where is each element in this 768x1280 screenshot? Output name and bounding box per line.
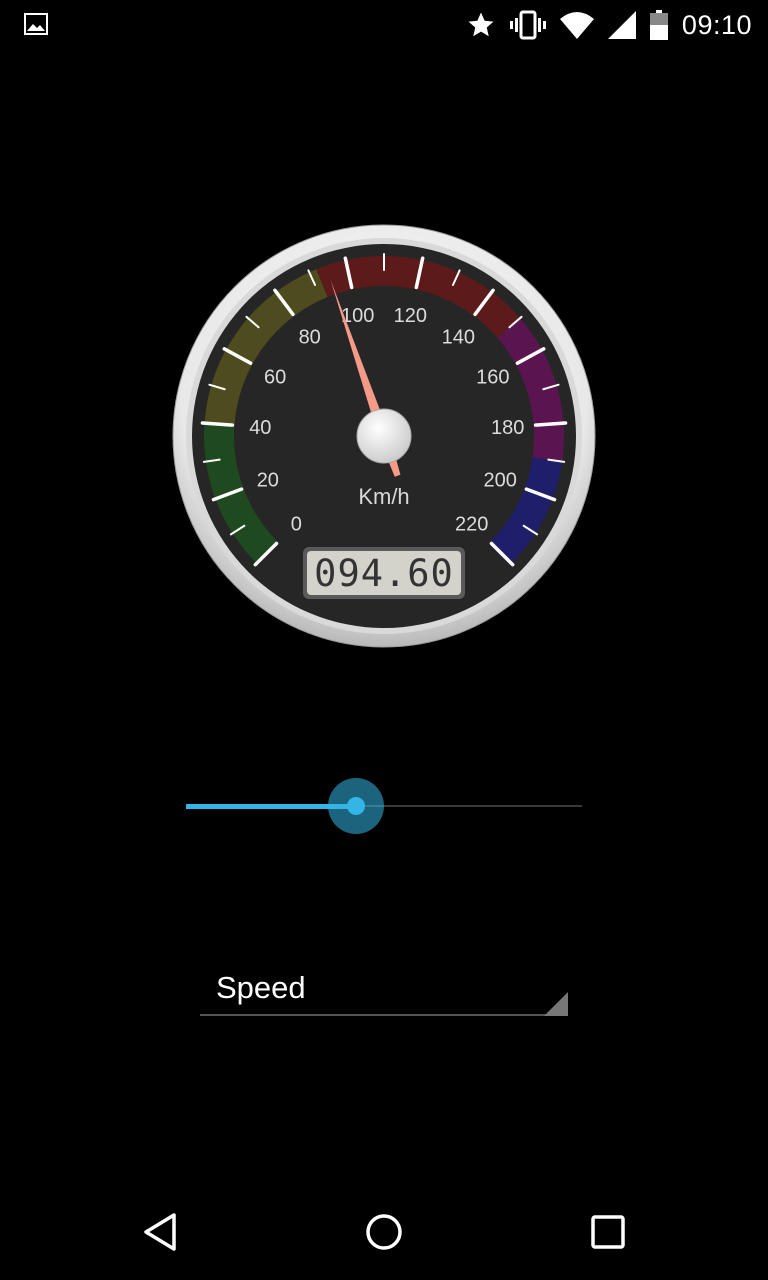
unit-label: Km/h <box>358 484 409 509</box>
tick-label: 40 <box>249 417 271 439</box>
tick-label: 120 <box>394 305 427 327</box>
major-tick <box>200 421 235 427</box>
home-button[interactable] <box>348 1198 420 1266</box>
tick-label: 180 <box>491 417 524 439</box>
speed-slider[interactable] <box>186 778 582 836</box>
back-icon <box>144 1213 176 1251</box>
spinner-selected-value: Speed <box>216 970 306 1005</box>
navigation-bar <box>0 1184 768 1280</box>
speedometer-gauge: 0 20 40 60 80 100 120 140 160 180 200 220 Km/h 094.… <box>172 224 596 648</box>
image-notification-icon <box>24 13 48 35</box>
clock: 09:10 <box>681 9 752 40</box>
home-icon <box>366 1214 402 1250</box>
tick-label: 0 <box>291 514 302 536</box>
status-bar: 09:10 <box>0 0 768 50</box>
digital-readout-box: 094.60 <box>303 547 465 599</box>
battery-icon <box>649 10 668 40</box>
digital-readout: 094.60 <box>314 552 454 595</box>
star-icon <box>466 10 496 40</box>
tick-label: 20 <box>257 469 279 491</box>
needle-hub <box>356 408 412 464</box>
mode-spinner[interactable]: Speed <box>200 960 568 1018</box>
spinner-underline <box>200 1014 568 1016</box>
tick-label: 60 <box>264 367 286 389</box>
recents-icon <box>591 1215 625 1249</box>
tick-label: 200 <box>483 469 516 491</box>
tick-label: 160 <box>476 367 509 389</box>
back-button[interactable] <box>124 1198 196 1266</box>
recents-button[interactable] <box>572 1198 644 1266</box>
wifi-icon <box>559 11 594 39</box>
tick-label: 80 <box>299 327 321 349</box>
major-tick <box>533 421 568 427</box>
tick-label: 220 <box>455 514 488 536</box>
tick-label: 140 <box>442 327 475 349</box>
dropdown-arrow-icon <box>544 992 568 1016</box>
cell-signal-icon <box>607 11 636 39</box>
vibrate-icon <box>509 10 546 40</box>
